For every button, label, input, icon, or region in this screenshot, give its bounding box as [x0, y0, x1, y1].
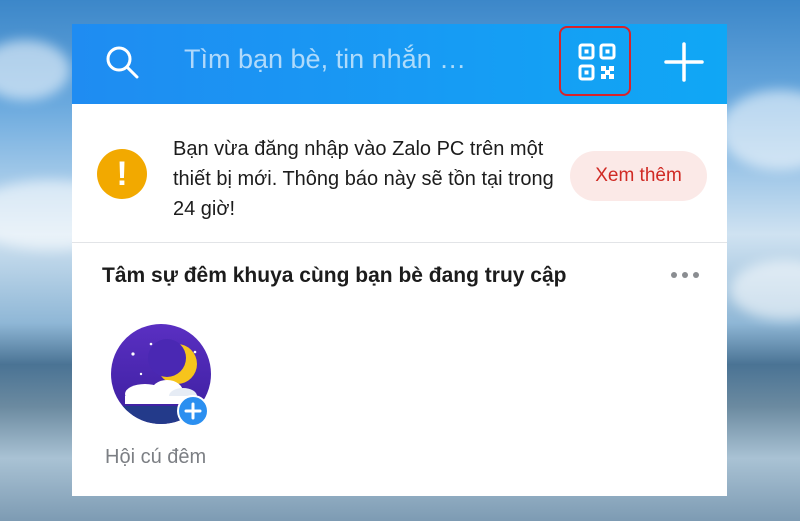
- header-bar: Tìm bạn bè, tin nhắn …: [72, 24, 727, 104]
- group-label[interactable]: Hội cú đêm: [105, 446, 206, 469]
- notice-text: Bạn vừa đăng nhập vào Zalo PC trên một t…: [173, 138, 554, 220]
- zalo-app-window: Tìm bạn bè, tin nhắn … ! Bạn vừa đăng nh…: [72, 24, 727, 496]
- see-more-button[interactable]: Xem thêm: [570, 151, 707, 201]
- add-circle-icon[interactable]: [177, 395, 209, 427]
- qr-code-icon: [578, 43, 616, 81]
- qr-scan-button[interactable]: [559, 26, 631, 96]
- exclamation-icon: !: [97, 149, 147, 199]
- search-icon[interactable]: [102, 42, 142, 82]
- section-title: Tâm sự đêm khuya cùng bạn bè đang truy c…: [102, 264, 567, 287]
- more-horizontal-icon[interactable]: [670, 270, 700, 280]
- plus-icon[interactable]: [664, 42, 704, 82]
- login-notice: ! Bạn vừa đăng nhập vào Zalo PC trên một…: [72, 104, 727, 243]
- search-input[interactable]: Tìm bạn bè, tin nhắn …: [184, 44, 466, 75]
